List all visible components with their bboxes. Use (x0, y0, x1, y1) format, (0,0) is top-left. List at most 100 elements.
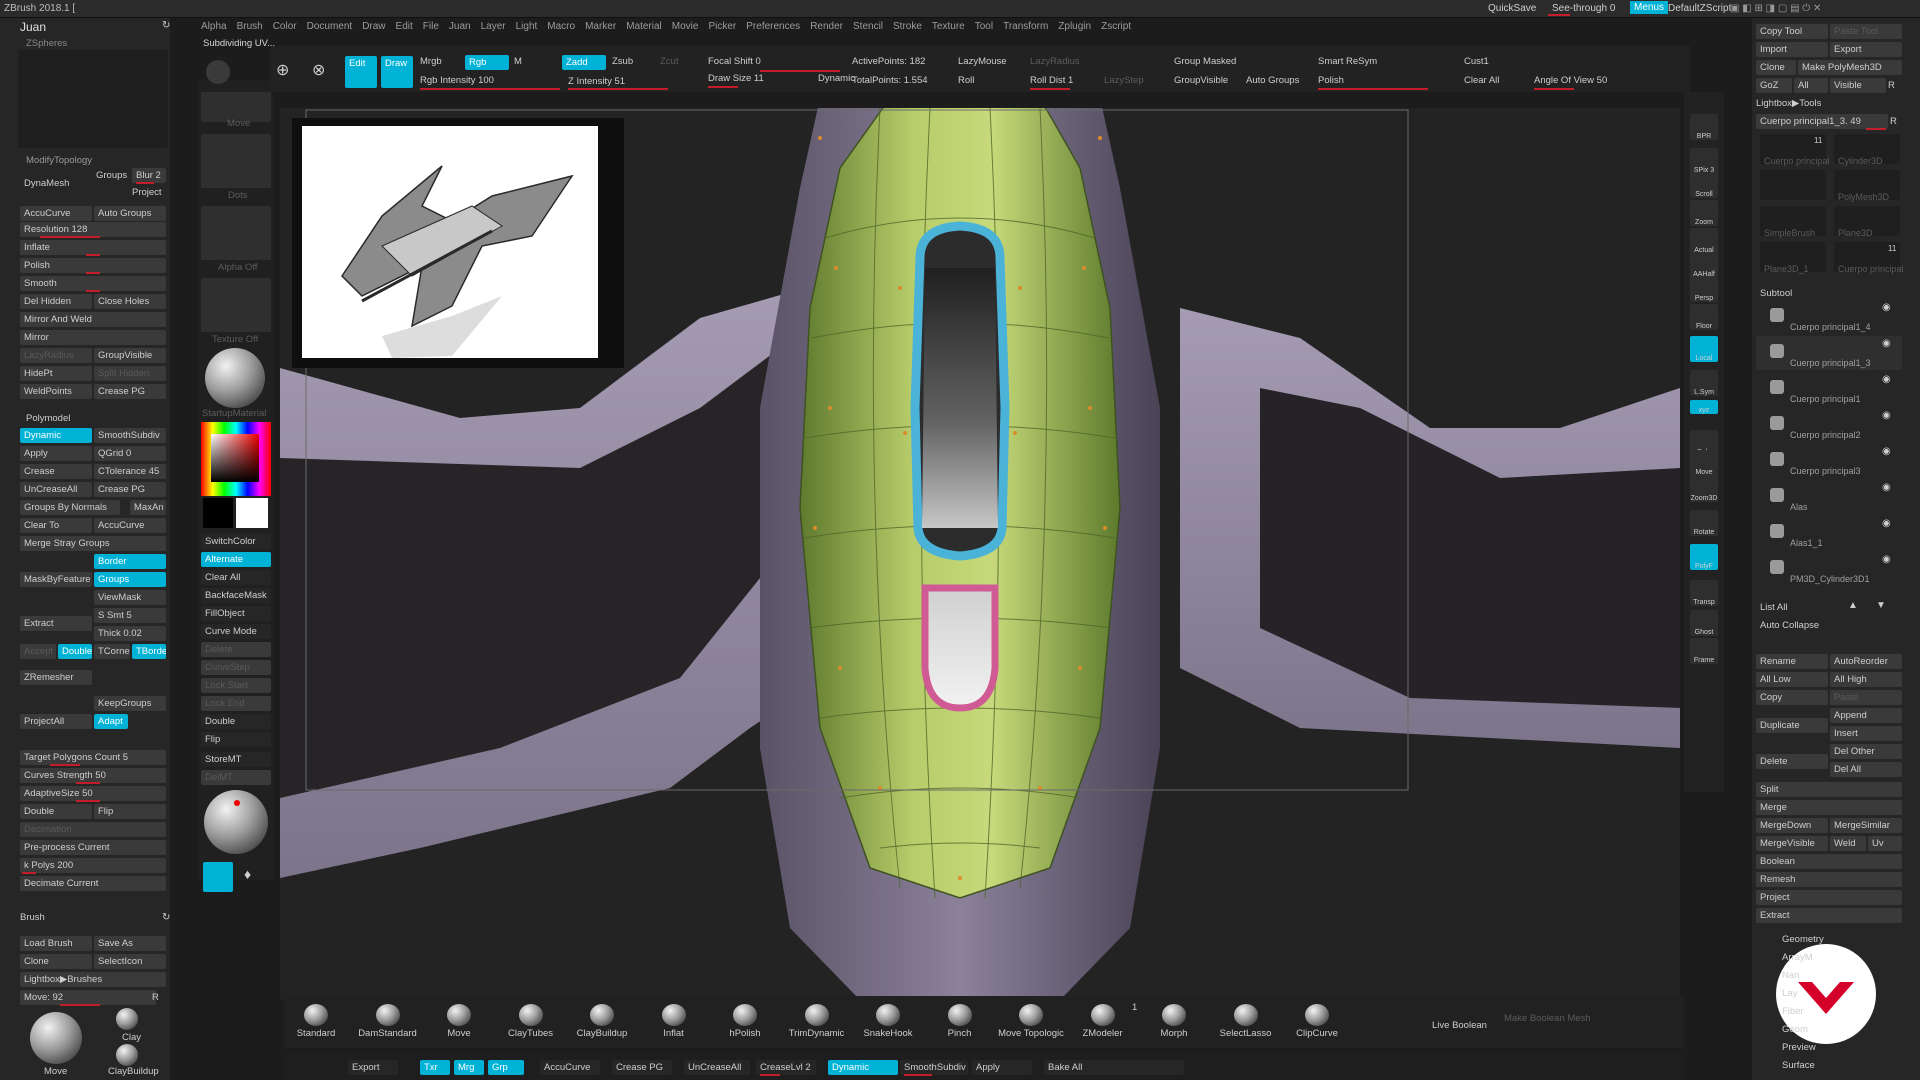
nav-local-button[interactable]: Local (1690, 336, 1718, 362)
window-controls-icon[interactable]: ▣ ◧ ⊞ ◨ ▢ ▤ ⏻ ✕ (1730, 3, 1821, 14)
eye-icon[interactable]: ◉ (1882, 338, 1891, 349)
close-holes-button[interactable]: Close Holes (94, 294, 166, 309)
mirror-and-weld-button[interactable]: Mirror And Weld (20, 312, 166, 327)
accucurve-bottom-toggle[interactable]: AccuCurve (540, 1060, 600, 1075)
brush-zmodeler-thumbnail[interactable] (1090, 1004, 1115, 1026)
dots-stroke-thumbnail[interactable] (201, 134, 271, 188)
clay-brush-thumbnail[interactable] (116, 1008, 138, 1030)
lock-end-button[interactable]: Lock End (201, 696, 271, 711)
nav-frame-button[interactable]: Frame (1690, 638, 1718, 664)
copy-tool-button[interactable]: Copy Tool (1756, 24, 1828, 39)
edit-button[interactable]: Edit (345, 56, 377, 88)
brush-hpolish-label[interactable]: hPolish (709, 1028, 781, 1039)
menus-button[interactable]: Menus (1630, 1, 1669, 14)
all-high-button[interactable]: All High (1830, 672, 1902, 687)
delmt-button[interactable]: DelMT (201, 770, 271, 785)
menu-light[interactable]: Light (511, 18, 543, 32)
keepgroups-toggle[interactable]: KeepGroups (94, 696, 166, 711)
uv-toggle[interactable]: Uv (1868, 836, 1902, 851)
menu-stroke[interactable]: Stroke (888, 18, 927, 32)
grp-toggle[interactable]: Grp (488, 1060, 524, 1075)
curves-strength-slider[interactable]: Curves Strength 50 (20, 768, 166, 783)
brush-damstandard-label[interactable]: DamStandard (352, 1028, 424, 1039)
arrow-down-icon[interactable]: ▼ (1876, 600, 1886, 611)
duplicate-button[interactable]: Duplicate (1756, 718, 1828, 733)
ctolerance-slider[interactable]: CTolerance 45 (94, 464, 166, 479)
mergesimilar-button[interactable]: MergeSimilar (1830, 818, 1902, 833)
menu-preferences[interactable]: Preferences (741, 18, 805, 32)
brush-clipcurve-label[interactable]: ClipCurve (1281, 1028, 1353, 1039)
flip-button[interactable]: Flip (94, 804, 166, 819)
current-tool-slider[interactable]: Cuerpo principal1_3. 49 (1756, 114, 1888, 129)
brush-trimdynamic-label[interactable]: TrimDynamic (781, 1028, 853, 1039)
mrg-toggle[interactable]: Mrg (454, 1060, 484, 1075)
accucurve-toggle[interactable]: AccuCurve (20, 206, 92, 221)
menu-transform[interactable]: Transform (998, 18, 1053, 32)
blur-slider[interactable]: Blur 2 (132, 168, 166, 183)
brush-claytubes-thumbnail[interactable] (518, 1004, 543, 1026)
adapt-toggle[interactable]: Adapt (94, 714, 128, 729)
paste-tool-button[interactable]: Paste Tool (1830, 24, 1902, 39)
brush-move-slider[interactable]: Move: 92 (20, 990, 156, 1005)
nav-xyz-button[interactable]: xyz (1690, 400, 1718, 414)
split-hidden-button[interactable]: Split Hidden (94, 366, 166, 381)
groups-by-normals-button[interactable]: Groups By Normals (20, 500, 120, 515)
brush-inflat-thumbnail[interactable] (661, 1004, 686, 1026)
clone-tool-button[interactable]: Clone (1756, 60, 1796, 75)
project-section[interactable]: Project (1756, 890, 1902, 905)
selecticon-button[interactable]: SelectIcon (94, 954, 166, 969)
eye-icon[interactable]: ◉ (1882, 554, 1891, 565)
del-hidden-button[interactable]: Del Hidden (20, 294, 92, 309)
del-all-button[interactable]: Del All (1830, 762, 1902, 777)
curve-mode-button[interactable]: Curve Mode (201, 624, 271, 639)
brush-hpolish-thumbnail[interactable] (733, 1004, 757, 1026)
zadd-toggle[interactable]: Zadd (562, 55, 606, 70)
arrow-up-icon[interactable]: ▲ (1848, 600, 1858, 611)
storemt-button[interactable]: StoreMT (201, 752, 271, 767)
hidept-button[interactable]: HidePt (20, 366, 92, 381)
menu-material[interactable]: Material (621, 18, 667, 32)
see-through-slider[interactable]: See-through 0 (1552, 3, 1615, 14)
thick-slider[interactable]: Thick 0.02 (94, 626, 166, 641)
brush-move-label[interactable]: Move (423, 1028, 495, 1039)
brush-snakehook-label[interactable]: SnakeHook (852, 1028, 924, 1039)
flip-button[interactable]: Flip (201, 732, 271, 747)
brush-claybuildup-label[interactable]: ClayBuildup (566, 1028, 638, 1039)
double-button[interactable]: Double (201, 714, 271, 729)
menu-zscript[interactable]: Zscript (1096, 18, 1136, 32)
s-smt-slider[interactable]: S Smt 5 (94, 608, 166, 623)
brush-move-topologic-label[interactable]: Move Topologic (995, 1028, 1067, 1039)
menu-texture[interactable]: Texture (927, 18, 970, 32)
decimate-current-button[interactable]: Decimate Current (20, 876, 166, 891)
nav-transp-button[interactable]: Transp (1690, 580, 1718, 606)
crease-button[interactable]: Crease (20, 464, 92, 479)
rename-button[interactable]: Rename (1756, 654, 1828, 669)
lazyradius-slider[interactable]: LazyRadius (20, 348, 92, 363)
curvestep-button[interactable]: CurveStep (201, 660, 271, 675)
auto-groups-toggle[interactable]: Auto Groups (94, 206, 166, 221)
adaptivesize-slider[interactable]: AdaptiveSize 50 (20, 786, 166, 801)
append-button[interactable]: Append (1830, 708, 1902, 723)
tborder-toggle[interactable]: TBorde (132, 644, 166, 659)
brush-claybuildup-thumbnail[interactable] (590, 1004, 614, 1026)
menu-stencil[interactable]: Stencil (848, 18, 888, 32)
fillobject-button[interactable]: FillObject (201, 606, 271, 621)
nav-bpr-button[interactable]: BPR (1690, 114, 1718, 140)
brush-pinch-thumbnail[interactable] (947, 1004, 972, 1026)
brush-refresh-icon[interactable]: ↻ (162, 912, 170, 923)
dynamic-bottom-toggle[interactable]: Dynamic (828, 1060, 898, 1075)
double-toggle[interactable]: Double (58, 644, 92, 659)
brush-standard-thumbnail[interactable] (304, 1004, 328, 1026)
txr-toggle[interactable]: Txr (420, 1060, 450, 1075)
eye-icon[interactable]: ◉ (1882, 446, 1891, 457)
brush-damstandard-thumbnail[interactable] (375, 1004, 400, 1026)
nav-aahalf-button[interactable]: AAHalf (1690, 252, 1718, 278)
rgb-toggle[interactable]: Rgb (465, 55, 509, 70)
brush-move-thumbnail[interactable] (447, 1004, 471, 1026)
zremesher-button[interactable]: ZRemesher (20, 670, 92, 685)
polish-slider[interactable]: Polish (20, 258, 166, 273)
menu-alpha[interactable]: Alpha (196, 18, 232, 32)
accucurve-toggle-2[interactable]: AccuCurve (94, 518, 166, 533)
mergedown-button[interactable]: MergeDown (1756, 818, 1828, 833)
draw-button[interactable]: Draw (381, 56, 413, 88)
